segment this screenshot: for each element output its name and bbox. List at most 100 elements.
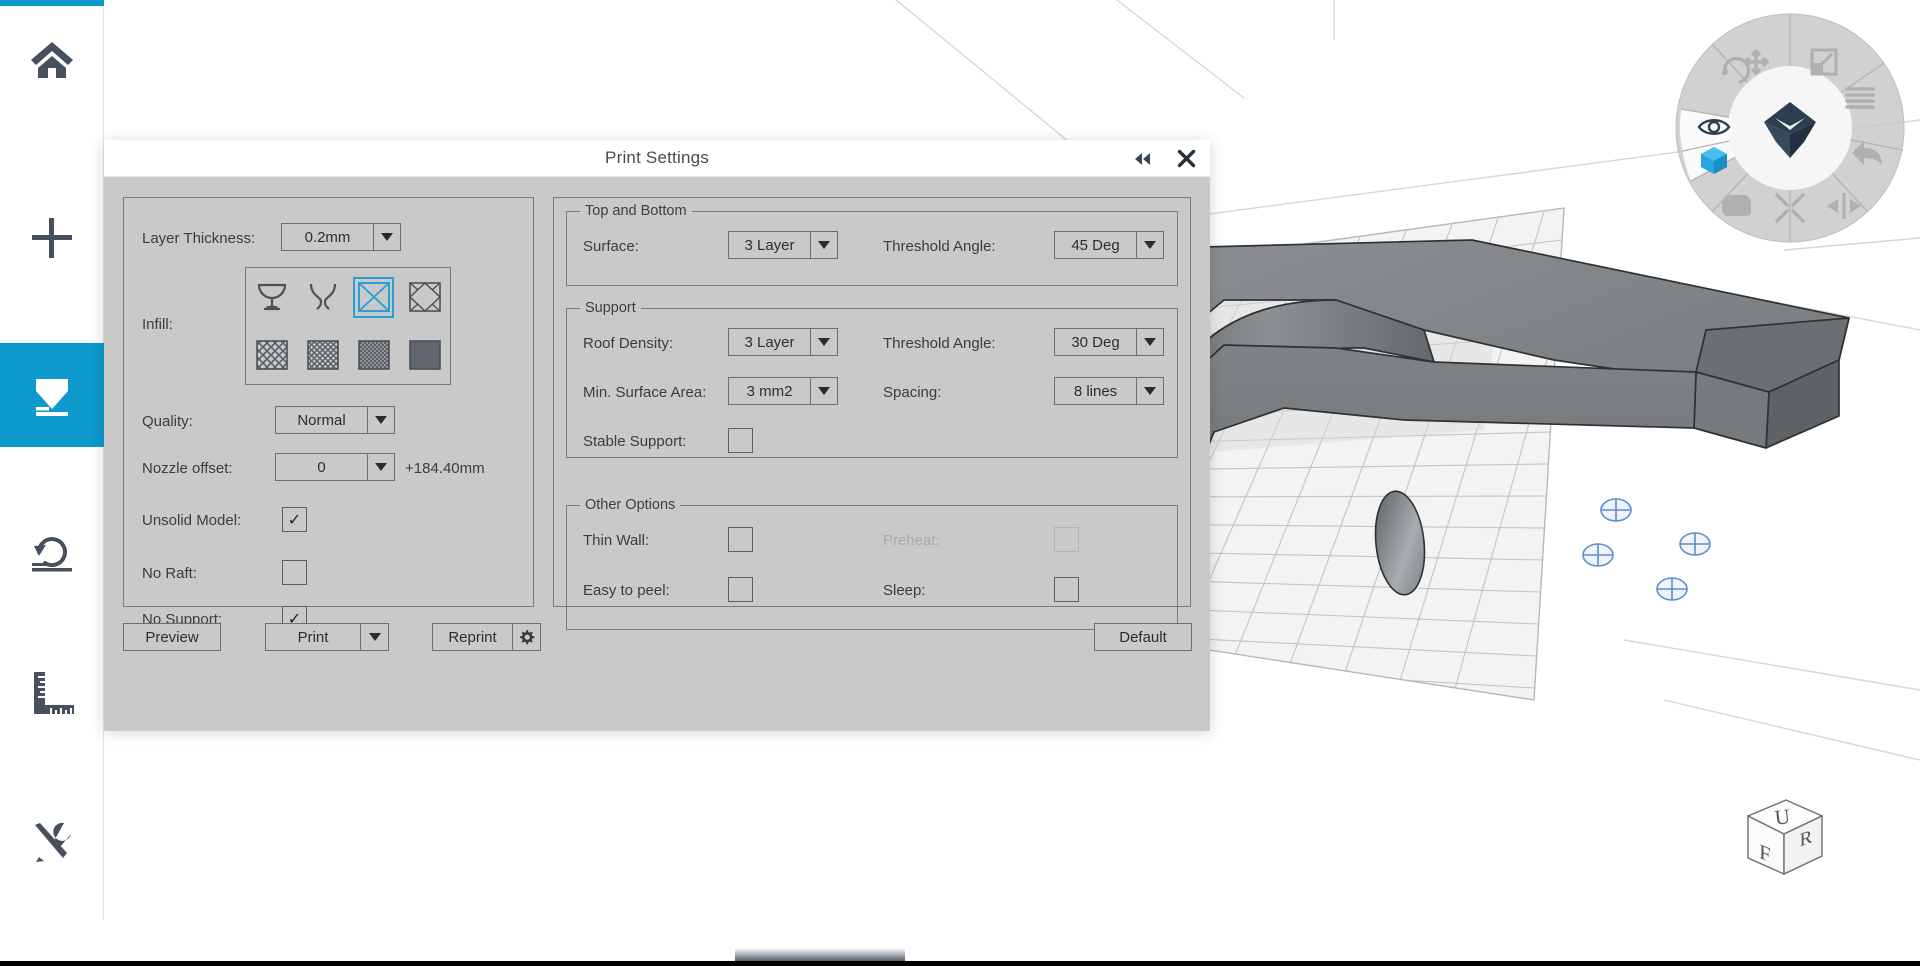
easy-to-peel-label: Easy to peel:: [583, 582, 670, 599]
default-button[interactable]: Default: [1094, 623, 1192, 651]
unsolid-model-checkbox[interactable]: ✓: [282, 507, 307, 532]
top-and-bottom-group: Top and Bottom Surface: 3 Layer Threshol…: [566, 203, 1178, 286]
support-threshold-angle-value: 30 Deg: [1071, 333, 1120, 351]
dialog-title-text: Print Settings: [605, 148, 709, 167]
infill-pattern-palette[interactable]: [245, 267, 451, 385]
tools-icon: [35, 822, 71, 862]
no-raft-checkbox[interactable]: [282, 560, 307, 585]
easy-to-peel-checkbox[interactable]: [728, 577, 753, 602]
preheat-checkbox: [1054, 527, 1079, 552]
layer-thickness-value: 0.2mm: [304, 228, 351, 246]
infill-grid-solid[interactable]: [405, 336, 444, 375]
surface-label: Surface:: [583, 238, 639, 255]
top-threshold-angle-label: Threshold Angle:: [883, 238, 996, 255]
min-surface-area-label: Min. Surface Area:: [583, 384, 707, 401]
thin-wall-label: Thin Wall:: [583, 532, 650, 549]
nozzle-offset-select[interactable]: 0: [275, 453, 395, 481]
plus-icon: [32, 218, 72, 258]
sidebar-item-print[interactable]: [0, 343, 104, 447]
support-threshold-angle-select[interactable]: 30 Deg: [1054, 328, 1164, 356]
checkmark-icon: ✓: [287, 509, 302, 529]
chevron-down-icon[interactable]: [367, 454, 394, 480]
preheat-label: Preheat:: [883, 532, 940, 549]
reprint-button[interactable]: Reprint: [432, 623, 541, 651]
view-orientation-cube[interactable]: U F R: [1730, 778, 1840, 888]
print-icon: [36, 379, 68, 416]
chevron-down-icon[interactable]: [373, 224, 400, 250]
infill-grid-dense[interactable]: [354, 336, 393, 375]
chevron-down-icon[interactable]: [810, 329, 837, 355]
min-surface-area-value: 3 mm2: [746, 382, 793, 400]
right-settings-panel: Top and Bottom Surface: 3 Layer Threshol…: [553, 197, 1191, 630]
sidebar-item-tools[interactable]: [0, 790, 104, 894]
roof-density-label: Roof Density:: [583, 335, 674, 352]
nozzle-offset-total: +184.40mm: [405, 460, 485, 477]
infill-diamond[interactable]: [405, 278, 444, 317]
sidebar-item-rotate[interactable]: [0, 505, 104, 609]
support-threshold-angle-label: Threshold Angle:: [883, 335, 996, 352]
stable-support-label: Stable Support:: [583, 433, 687, 450]
sidebar-item-measure[interactable]: [0, 640, 104, 744]
nav-pan-icon: [1722, 195, 1751, 216]
surface-select[interactable]: 3 Layer: [728, 231, 838, 259]
support-group: Support Roof Density: 3 Layer Threshold …: [566, 300, 1178, 458]
infill-hollow-thin[interactable]: [303, 278, 342, 317]
bottom-bar: [0, 920, 1920, 966]
preview-button-label: Preview: [145, 628, 199, 646]
print-button[interactable]: Print: [265, 623, 389, 651]
stable-support-checkbox[interactable]: [728, 428, 753, 453]
chevron-down-icon[interactable]: [1136, 329, 1163, 355]
nozzle-offset-value: 0: [317, 458, 326, 476]
sidebar-item-home[interactable]: [0, 6, 104, 110]
close-icon[interactable]: [1177, 149, 1196, 168]
min-surface-area-select[interactable]: 3 mm2: [728, 377, 838, 405]
preview-button[interactable]: Preview: [123, 623, 221, 651]
quality-select[interactable]: Normal: [275, 406, 395, 434]
other-options-group: Other Options Thin Wall: Preheat: Easy t…: [566, 497, 1178, 630]
application-window: U F R Print Settings Layer Thickness: 0.…: [0, 0, 1920, 966]
roof-density-value: 3 Layer: [744, 333, 795, 351]
print-button-label: Print: [297, 628, 329, 646]
rotate-icon: [32, 537, 72, 572]
collapse-left-icon[interactable]: [1133, 151, 1153, 167]
infill-label: Infill:: [142, 316, 173, 333]
top-threshold-angle-select[interactable]: 45 Deg: [1054, 231, 1164, 259]
infill-hollow-thick[interactable]: [252, 278, 291, 317]
left-settings-panel: Layer Thickness: 0.2mm Infill: Quality: …: [123, 197, 534, 631]
chevron-down-icon[interactable]: [360, 624, 388, 650]
spacing-select[interactable]: 8 lines: [1054, 377, 1164, 405]
unsolid-model-label: Unsolid Model:: [142, 512, 242, 529]
left-sidebar: [0, 0, 104, 920]
home-icon: [31, 42, 73, 78]
spacing-label: Spacing:: [883, 384, 942, 401]
layer-thickness-label: Layer Thickness:: [142, 230, 256, 247]
dialog-titlebar: Print Settings: [104, 140, 1210, 177]
thin-wall-checkbox[interactable]: [728, 527, 753, 552]
sleep-checkbox[interactable]: [1054, 577, 1079, 602]
layer-thickness-select[interactable]: 0.2mm: [281, 223, 401, 251]
gear-icon[interactable]: [512, 624, 540, 650]
quality-value: Normal: [297, 411, 346, 429]
infill-cross[interactable]: [353, 276, 394, 318]
roof-density-select[interactable]: 3 Layer: [728, 328, 838, 356]
infill-grid-medium[interactable]: [303, 336, 342, 375]
view-cube-front-label: F: [1759, 840, 1771, 868]
infill-grid-sparse[interactable]: [252, 336, 291, 375]
chevron-down-icon[interactable]: [367, 407, 394, 433]
chevron-down-icon[interactable]: [810, 232, 837, 258]
chevron-down-icon[interactable]: [1136, 232, 1163, 258]
navigation-wheel[interactable]: [1672, 10, 1908, 246]
chevron-down-icon[interactable]: [1136, 378, 1163, 404]
view-cube-top-label: U: [1773, 804, 1791, 829]
bottom-tab-indicator: [735, 948, 905, 961]
other-options-legend: Other Options: [580, 497, 681, 513]
nozzle-offset-label: Nozzle offset:: [142, 460, 233, 477]
support-legend: Support: [580, 300, 641, 316]
sidebar-item-add[interactable]: [0, 186, 104, 290]
no-raft-label: No Raft:: [142, 565, 198, 582]
dialog-body: Layer Thickness: 0.2mm Infill: Quality: …: [104, 177, 1210, 731]
default-button-label: Default: [1119, 628, 1167, 646]
surface-value: 3 Layer: [744, 236, 795, 254]
chevron-down-icon[interactable]: [810, 378, 837, 404]
top-threshold-angle-value: 45 Deg: [1071, 236, 1120, 254]
